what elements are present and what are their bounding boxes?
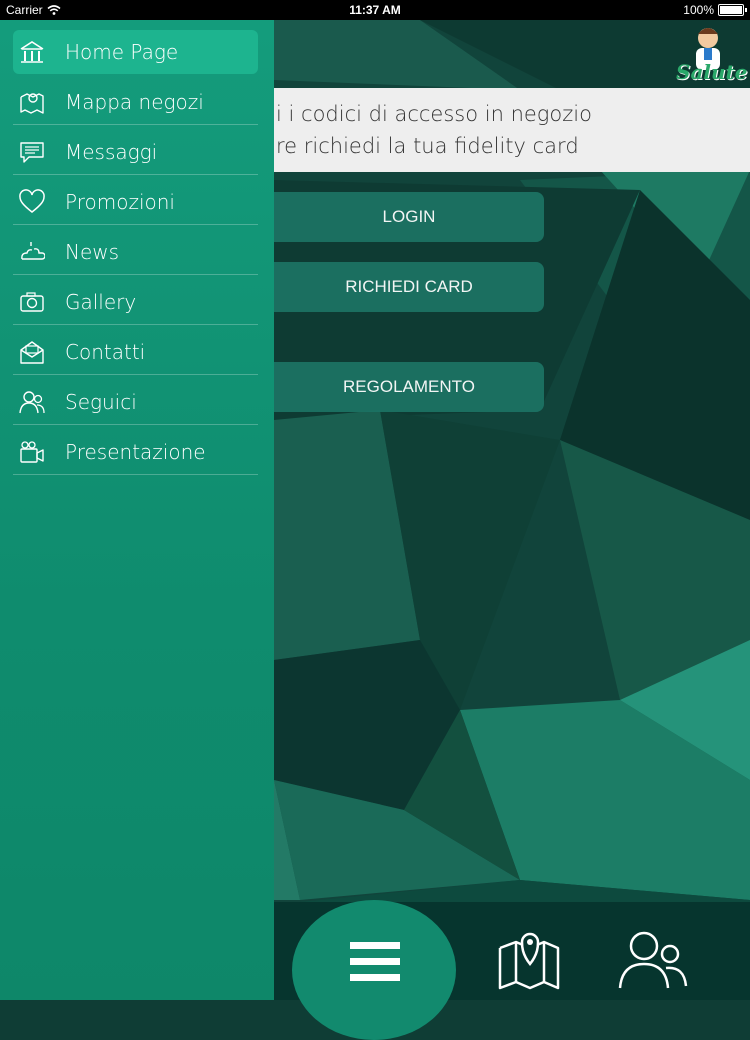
request-card-button[interactable]: RICHIEDI CARD [274,262,544,312]
battery-percent: 100% [683,3,714,17]
sidebar-item-news[interactable]: News [13,230,258,275]
sidebar-item-label: Contatti [65,340,146,364]
battery-icon [718,4,747,16]
camera-icon [20,292,44,312]
heart-icon [19,189,45,213]
sidebar-item-label: News [65,240,120,264]
sidebar-item-home-page[interactable]: Home Page [13,30,258,74]
sidebar-item-label: Promozioni [65,190,175,214]
news-icon [21,242,45,260]
menu-button[interactable] [292,900,456,1040]
clock: 11:37 AM [349,3,401,17]
sidebar-item-label: Seguici [65,390,137,414]
users-icon [19,391,45,414]
sidebar-item-label: Home Page [65,40,179,64]
message-icon [20,142,44,163]
sidebar-item-label: Mappa negozi [65,90,204,114]
brand-logo: Salute [674,22,748,86]
info-line-2: re richiedi la tua fidelity card [276,134,579,158]
sidebar-item-gallery[interactable]: Gallery [13,280,258,325]
rules-button[interactable]: REGOLAMENTO [274,362,544,412]
sidebar-item-label: Gallery [65,290,137,314]
map-icon [20,93,44,114]
map-tab-icon[interactable] [496,926,562,990]
login-button[interactable]: LOGIN [274,192,544,242]
sidebar-menu: Home Page Mappa negozi Messaggi Promozio… [0,20,274,1000]
info-line-1: i i codici di accesso in negozio [276,102,592,126]
video-icon [20,441,44,463]
sidebar-item-messaggi[interactable]: Messaggi [13,130,258,175]
hamburger-icon [350,942,400,990]
status-bar: Carrier 11:37 AM 100% [0,0,750,20]
sidebar-item-mappa-negozi[interactable]: Mappa negozi [13,80,258,125]
sidebar-item-seguici[interactable]: Seguici [13,380,258,425]
sidebar-item-contatti[interactable]: Contatti [13,330,258,375]
sidebar-item-promozioni[interactable]: Promozioni [13,180,258,225]
sidebar-item-label: Messaggi [65,140,158,164]
logo-text: Salute [676,60,748,84]
users-tab-icon[interactable] [616,928,688,990]
home-icon [20,41,44,63]
contact-icon [20,341,44,364]
sidebar-item-label: Presentazione [65,440,206,464]
sidebar-item-presentazione[interactable]: Presentazione [13,430,258,475]
